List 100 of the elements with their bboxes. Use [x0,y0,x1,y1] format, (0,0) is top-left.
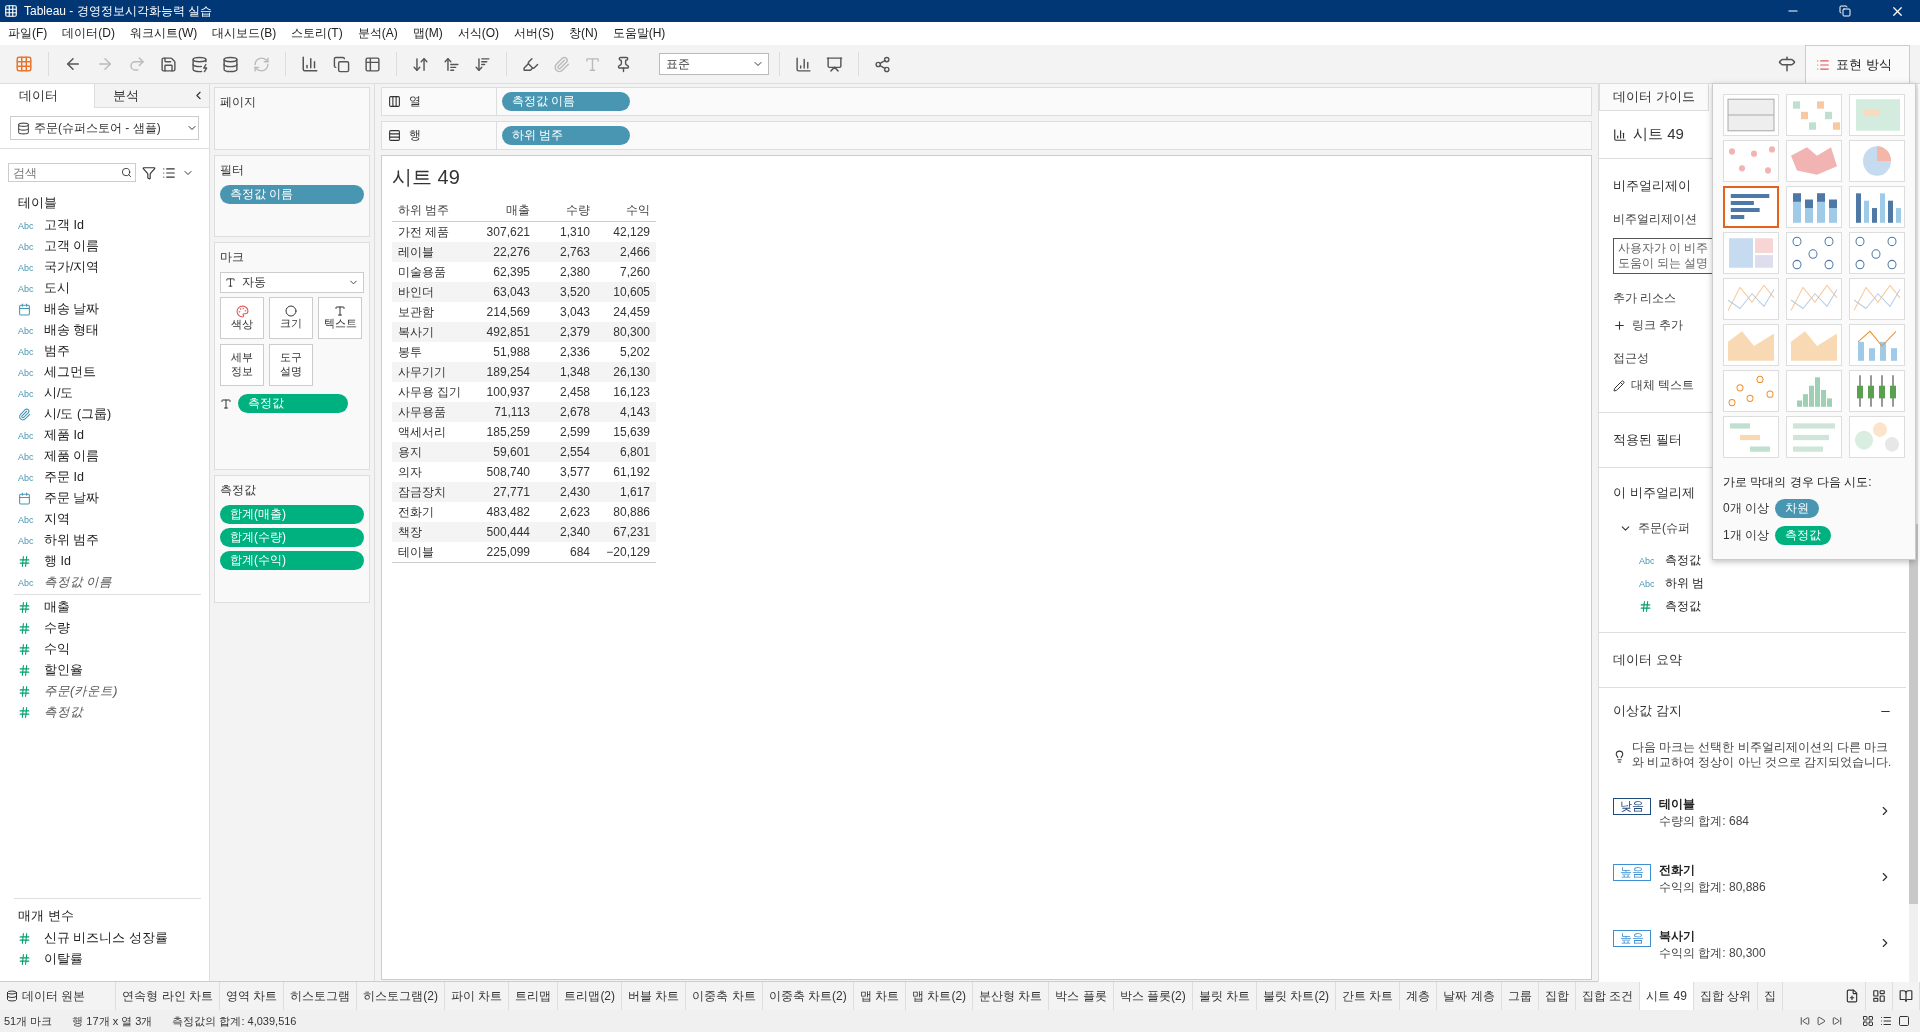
data-field[interactable]: 고객 Id [44,217,84,234]
data-field[interactable]: 측정값 [44,704,83,721]
table-cell: 61,192 [596,462,656,482]
table-cell: 사무용품 [392,402,476,422]
show-me-button[interactable]: 표현 방식 [1805,45,1910,83]
table-cell: 전화기 [392,502,476,522]
search-field[interactable]: 검색 [8,163,136,182]
menu-item[interactable]: 맵(M) [408,25,454,42]
menu-item[interactable]: 워크시트(W) [126,25,209,42]
table-cell: 500,444 [476,522,536,542]
table-cell: 214,569 [476,302,536,322]
table-cell: 80,300 [596,322,656,342]
data-field[interactable]: 주문 Id [44,469,84,486]
table-cell: 사무용 집기 [392,382,476,402]
mark-button[interactable]: 색상 [220,297,264,339]
data-field[interactable]: 행 Id [44,553,71,570]
table-cell: 62,395 [476,262,536,282]
table-cell: 80,886 [596,502,656,522]
data-field[interactable]: 이탈률 [44,950,83,968]
sheet-tab[interactable]: 시트 49 [1640,982,1694,1010]
menu-item[interactable]: 서식(O) [453,25,510,42]
table-cell: 보관함 [392,302,476,322]
table-cell: 2,466 [596,242,656,262]
table-cell: −20,129 [596,542,656,563]
data-field[interactable]: 도시 [44,280,70,297]
table-cell: 26,130 [596,362,656,382]
type-label: Abc [18,430,35,441]
table-cell: 2,430 [536,482,596,502]
data-field[interactable]: 제품 Id [44,427,84,444]
mark-button[interactable]: 세부 정보 [220,344,264,386]
menu-item[interactable]: 도움말(H) [608,25,677,42]
fit-dropdown[interactable]: 표준 [659,53,769,75]
data-field[interactable]: 주문 날짜 [44,490,100,507]
data-field[interactable]: 시/도 [44,385,74,402]
data-field[interactable]: 신규 비즈니스 성장률 [44,929,168,947]
table-cell: 테이블 [392,542,476,563]
data-field[interactable]: 지역 [44,511,70,528]
data-source-node[interactable]: 주문(슈퍼 [1638,520,1690,537]
data-field[interactable]: 배송 날짜 [44,301,100,318]
alt-text-button[interactable]: 대체 텍스트 [1613,377,1695,394]
data-field: 하위 범 [1665,576,1705,591]
table-cell: 1,310 [536,221,596,242]
table-cell: 10,605 [596,282,656,302]
data-guide-tab[interactable]: 데이터 가이드 [1599,84,1709,111]
outlier-detail: 수익의 합계: 80,886 [1659,878,1767,896]
table-cell: 492,851 [476,322,536,342]
table-cell: 2,763 [536,242,596,262]
table-cell: 508,740 [476,462,536,482]
data-field[interactable]: 할인율 [44,662,83,679]
menu-item[interactable]: 서버(S) [510,25,565,42]
table-cell: 책장 [392,522,476,542]
table-cell: 미술용품 [392,262,476,282]
column-header: 수량 [536,201,596,222]
table-cell: 5,202 [596,342,656,362]
table-cell: 6,801 [596,442,656,462]
table-cell: 71,113 [476,402,536,422]
menu-item[interactable]: 파일(F) [4,25,59,42]
data-field[interactable]: 세그먼트 [44,364,96,381]
severity-badge: 높음 [1613,929,1651,947]
table-cell: 51,988 [476,342,536,362]
table-cell: 24,459 [596,302,656,322]
section-heading: 데이터 요약 [1613,651,1682,669]
type-label: Abc [18,535,35,546]
add-link-button[interactable]: 링크 추가 [1613,317,1684,334]
mark-button[interactable]: 텍스트 [318,297,362,339]
table-cell: 2,599 [536,422,596,442]
data-field[interactable]: 매출 [44,599,70,616]
pane-tab[interactable]: 분석 [94,84,188,108]
data-field[interactable]: 배송 형태 [44,322,100,339]
data-field[interactable]: 범주 [44,343,70,360]
mark-button[interactable]: 도구 설명 [269,344,313,386]
data-field[interactable]: 하위 범주 [44,532,100,549]
type-label: Abc [18,472,35,483]
data-field[interactable]: 수량 [44,620,70,637]
column-header: 하위 범주 [392,201,476,222]
data-field[interactable]: 주문(카운트) [44,683,118,700]
type-label: Abc [18,325,35,336]
data-field[interactable]: 측정값 이름 [44,574,113,591]
menu-item[interactable]: 창(N) [565,25,609,42]
data-field: 측정값 [1665,553,1701,568]
table-cell: 3,577 [536,462,596,482]
menu-item[interactable]: 대시보드(B) [208,25,288,42]
menu-item[interactable]: 스토리(T) [287,25,354,42]
table-cell: 레이블 [392,242,476,262]
shelf-label: 행 [409,127,421,144]
data-field[interactable]: 수익 [44,641,70,658]
data-source-dropdown[interactable]: 주문(슈퍼스토어 - 샘플) [10,116,199,140]
mark-button[interactable]: 크기 [269,297,313,339]
menu-item[interactable]: 데이터(D) [58,25,126,42]
table-cell: 액세서리 [392,422,476,442]
table-cell: 의자 [392,462,476,482]
mark-type-dropdown[interactable]: 자동 [220,272,364,293]
table-cell: 189,254 [476,362,536,382]
data-field[interactable]: 고객 이름 [44,238,100,255]
data-field[interactable]: 시/도 (그룹) [44,406,112,423]
menu-item[interactable]: 분석(A) [353,25,409,42]
field-label: 추가 리소스 [1613,290,1677,307]
data-field[interactable]: 제품 이름 [44,448,100,465]
data-field[interactable]: 국가/지역 [44,259,100,276]
severity-badge: 높음 [1613,863,1651,881]
